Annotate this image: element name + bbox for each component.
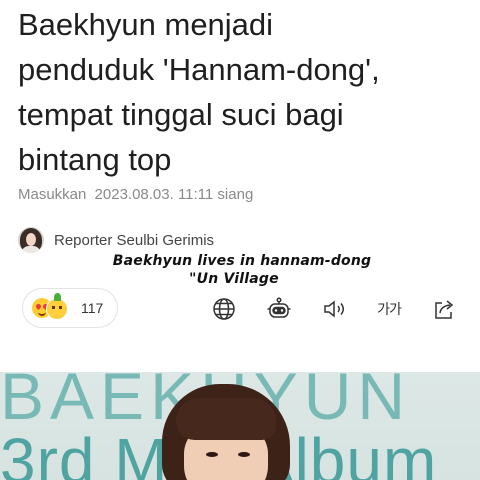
font-size-icon[interactable]: 가가 [372, 294, 406, 324]
font-size-label: 가가 [377, 301, 402, 317]
article-photo[interactable]: BAEKHYUN 3rd Mini Album [0, 372, 480, 480]
globe-icon[interactable] [209, 294, 239, 324]
published-label: Masukkan [18, 186, 87, 203]
headline-line-3: tempat tinggal suci bagi [18, 97, 344, 132]
reporter-byline[interactable]: Reporter Seulbi Gerimis [18, 226, 214, 254]
headline-line-1: Baekhyun menjadi [18, 7, 274, 42]
share-icon[interactable] [430, 294, 460, 324]
reporter-name[interactable]: Reporter Seulbi Gerimis [54, 232, 214, 249]
robot-icon[interactable] [264, 294, 294, 324]
headline-line-4: bintang top [18, 142, 172, 177]
article-headline: Baekhyun menjadi penduduk 'Hannam-dong',… [18, 2, 468, 182]
speaker-icon[interactable] [320, 294, 350, 324]
overlay-caption-line-1: Baekhyun lives in hannam-dong [112, 253, 372, 269]
publish-meta: Masukkan 2023.08.03. 11:11 siang [18, 186, 253, 203]
article-toolbar: 가가 [0, 294, 480, 324]
published-datetime: 2023.08.03. 11:11 siang [94, 186, 254, 203]
reporter-avatar[interactable] [18, 227, 44, 253]
overlay-caption-line-2: "Un Village [189, 271, 279, 287]
person-portrait [162, 384, 290, 480]
headline-line-2: penduduk 'Hannam-dong', [18, 52, 380, 87]
pineapple-emoji-icon [46, 293, 68, 320]
